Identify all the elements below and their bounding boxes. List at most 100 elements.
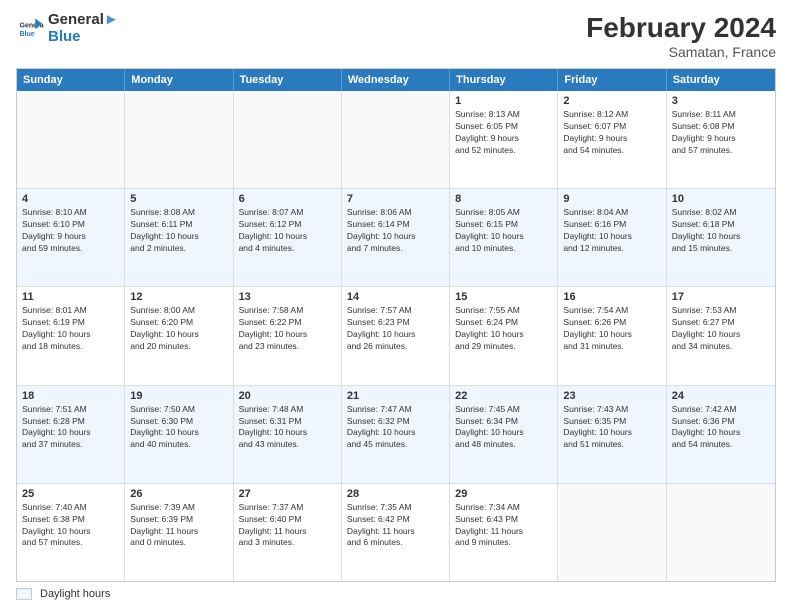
cal-cell-day-9: 9Sunrise: 8:04 AM Sunset: 6:16 PM Daylig…	[558, 189, 666, 286]
cal-cell-empty	[234, 91, 342, 188]
day-number: 4	[22, 193, 119, 205]
cal-cell-day-22: 22 Sunrise: 7:45 AM Sunset: 6:34 PM Dayli…	[450, 386, 558, 483]
cal-cell-day-7: 7 Sunrise: 8:06 AM Sunset: 6:14 PM Daylig…	[342, 189, 450, 286]
day-number: 7	[347, 193, 444, 205]
day-number: 17	[672, 291, 770, 303]
cal-cell-day-13: 13 Sunrise: 7:58 AM Sunset: 6:22 PM Dayli…	[234, 287, 342, 384]
cal-header-day-sunday: Sunday	[17, 69, 125, 91]
day-number: 6	[239, 193, 336, 205]
day-number: 13	[239, 291, 336, 303]
day-number: 2	[563, 95, 660, 107]
day-info: Sunrise: 8:00 AM Sunset: 6:20 PM Dayligh…	[130, 305, 227, 353]
day-number: 20	[239, 390, 336, 402]
day-number: 24	[672, 390, 770, 402]
cal-cell-day-15: 15 Sunrise: 7:55 AM Sunset: 6:24 PM Dayli…	[450, 287, 558, 384]
day-number: 22	[455, 390, 552, 402]
day-number: 21	[347, 390, 444, 402]
cal-cell-day-14: 14Sunrise: 7:57 AM Sunset: 6:23 PM Dayli…	[342, 287, 450, 384]
day-info: Sunrise: 8:06 AM Sunset: 6:14 PM Dayligh…	[347, 207, 444, 255]
day-number: 19	[130, 390, 227, 402]
cal-header-day-thursday: Thursday	[450, 69, 558, 91]
day-info: Sunrise: 7:45 AM Sunset: 6:34 PM Dayligh…	[455, 404, 552, 452]
day-info: Sunrise: 8:11 AM Sunset: 6:08 PM Dayligh…	[672, 109, 770, 157]
main-title: February 2024	[586, 12, 776, 44]
day-info: Sunrise: 7:51 AM Sunset: 6:28 PM Dayligh…	[22, 404, 119, 452]
day-info: Sunrise: 7:47 AM Sunset: 6:32 PM Dayligh…	[347, 404, 444, 452]
cal-cell-day-20: 20 Sunrise: 7:48 AM Sunset: 6:31 PM Dayli…	[234, 386, 342, 483]
cal-cell-day-16: 16 Sunrise: 7:54 AM Sunset: 6:26 PM Dayli…	[558, 287, 666, 384]
cal-week-5: 25Sunrise: 7:40 AM Sunset: 6:38 PM Dayli…	[17, 484, 775, 581]
day-info: Sunrise: 7:48 AM Sunset: 6:31 PM Dayligh…	[239, 404, 336, 452]
day-number: 11	[22, 291, 119, 303]
cal-header-day-wednesday: Wednesday	[342, 69, 450, 91]
cal-cell-empty	[558, 484, 666, 581]
day-info: Sunrise: 8:02 AM Sunset: 6:18 PM Dayligh…	[672, 207, 770, 255]
logo-text: General► Blue	[48, 12, 119, 45]
cal-cell-day-6: 6 Sunrise: 8:07 AM Sunset: 6:12 PM Daylig…	[234, 189, 342, 286]
cal-cell-day-4: 4 Sunrise: 8:10 AM Sunset: 6:10 PM Daylig…	[17, 189, 125, 286]
day-number: 26	[130, 488, 227, 500]
day-number: 15	[455, 291, 552, 303]
day-number: 1	[455, 95, 552, 107]
page: General Blue General► Blue February 2024…	[0, 0, 792, 612]
cal-header-day-tuesday: Tuesday	[234, 69, 342, 91]
cal-cell-empty	[17, 91, 125, 188]
cal-cell-day-23: 23Sunrise: 7:43 AM Sunset: 6:35 PM Dayli…	[558, 386, 666, 483]
cal-cell-day-26: 26 Sunrise: 7:39 AM Sunset: 6:39 PM Dayli…	[125, 484, 233, 581]
cal-cell-day-25: 25Sunrise: 7:40 AM Sunset: 6:38 PM Dayli…	[17, 484, 125, 581]
day-info: Sunrise: 7:55 AM Sunset: 6:24 PM Dayligh…	[455, 305, 552, 353]
cal-week-1: 1Sunrise: 8:13 AM Sunset: 6:05 PM Daylig…	[17, 91, 775, 189]
day-number: 3	[672, 95, 770, 107]
cal-cell-day-27: 27 Sunrise: 7:37 AM Sunset: 6:40 PM Dayli…	[234, 484, 342, 581]
cal-cell-day-12: 12 Sunrise: 8:00 AM Sunset: 6:20 PM Dayli…	[125, 287, 233, 384]
day-info: Sunrise: 7:42 AM Sunset: 6:36 PM Dayligh…	[672, 404, 770, 452]
cal-cell-empty	[667, 484, 775, 581]
day-info: Sunrise: 7:50 AM Sunset: 6:30 PM Dayligh…	[130, 404, 227, 452]
day-number: 12	[130, 291, 227, 303]
cal-cell-empty	[342, 91, 450, 188]
daylight-label: Daylight hours	[40, 588, 110, 600]
calendar-header: SundayMondayTuesdayWednesdayThursdayFrid…	[17, 69, 775, 91]
day-info: Sunrise: 7:57 AM Sunset: 6:23 PM Dayligh…	[347, 305, 444, 353]
day-info: Sunrise: 7:43 AM Sunset: 6:35 PM Dayligh…	[563, 404, 660, 452]
day-number: 10	[672, 193, 770, 205]
cal-cell-day-21: 21 Sunrise: 7:47 AM Sunset: 6:32 PM Dayli…	[342, 386, 450, 483]
day-info: Sunrise: 7:39 AM Sunset: 6:39 PM Dayligh…	[130, 502, 227, 550]
cal-week-3: 11 Sunrise: 8:01 AM Sunset: 6:19 PM Dayli…	[17, 287, 775, 385]
daylight-box	[16, 588, 32, 600]
day-info: Sunrise: 8:08 AM Sunset: 6:11 PM Dayligh…	[130, 207, 227, 255]
day-number: 25	[22, 488, 119, 500]
cal-cell-empty	[125, 91, 233, 188]
day-number: 16	[563, 291, 660, 303]
cal-cell-day-29: 29 Sunrise: 7:34 AM Sunset: 6:43 PM Dayli…	[450, 484, 558, 581]
day-number: 27	[239, 488, 336, 500]
day-info: Sunrise: 8:10 AM Sunset: 6:10 PM Dayligh…	[22, 207, 119, 255]
day-info: Sunrise: 8:05 AM Sunset: 6:15 PM Dayligh…	[455, 207, 552, 255]
day-info: Sunrise: 7:37 AM Sunset: 6:40 PM Dayligh…	[239, 502, 336, 550]
day-number: 18	[22, 390, 119, 402]
logo-icon: General Blue	[16, 15, 44, 43]
day-info: Sunrise: 7:35 AM Sunset: 6:42 PM Dayligh…	[347, 502, 444, 550]
day-info: Sunrise: 8:04 AM Sunset: 6:16 PM Dayligh…	[563, 207, 660, 255]
cal-week-2: 4 Sunrise: 8:10 AM Sunset: 6:10 PM Daylig…	[17, 189, 775, 287]
day-number: 28	[347, 488, 444, 500]
day-number: 29	[455, 488, 552, 500]
calendar-body: 1Sunrise: 8:13 AM Sunset: 6:05 PM Daylig…	[17, 91, 775, 581]
cal-cell-day-8: 8Sunrise: 8:05 AM Sunset: 6:15 PM Daylig…	[450, 189, 558, 286]
cal-week-4: 18 Sunrise: 7:51 AM Sunset: 6:28 PM Dayli…	[17, 386, 775, 484]
footer: Daylight hours	[16, 588, 776, 600]
day-info: Sunrise: 7:54 AM Sunset: 6:26 PM Dayligh…	[563, 305, 660, 353]
cal-header-day-monday: Monday	[125, 69, 233, 91]
cal-cell-day-17: 17Sunrise: 7:53 AM Sunset: 6:27 PM Dayli…	[667, 287, 775, 384]
cal-cell-day-10: 10 Sunrise: 8:02 AM Sunset: 6:18 PM Dayli…	[667, 189, 775, 286]
day-info: Sunrise: 8:01 AM Sunset: 6:19 PM Dayligh…	[22, 305, 119, 353]
day-info: Sunrise: 7:58 AM Sunset: 6:22 PM Dayligh…	[239, 305, 336, 353]
day-info: Sunrise: 8:07 AM Sunset: 6:12 PM Dayligh…	[239, 207, 336, 255]
subtitle: Samatan, France	[586, 44, 776, 60]
header: General Blue General► Blue February 2024…	[16, 12, 776, 60]
title-block: February 2024 Samatan, France	[586, 12, 776, 60]
day-number: 5	[130, 193, 227, 205]
day-info: Sunrise: 7:34 AM Sunset: 6:43 PM Dayligh…	[455, 502, 552, 550]
cal-cell-day-2: 2Sunrise: 8:12 AM Sunset: 6:07 PM Daylig…	[558, 91, 666, 188]
logo: General Blue General► Blue	[16, 12, 119, 45]
